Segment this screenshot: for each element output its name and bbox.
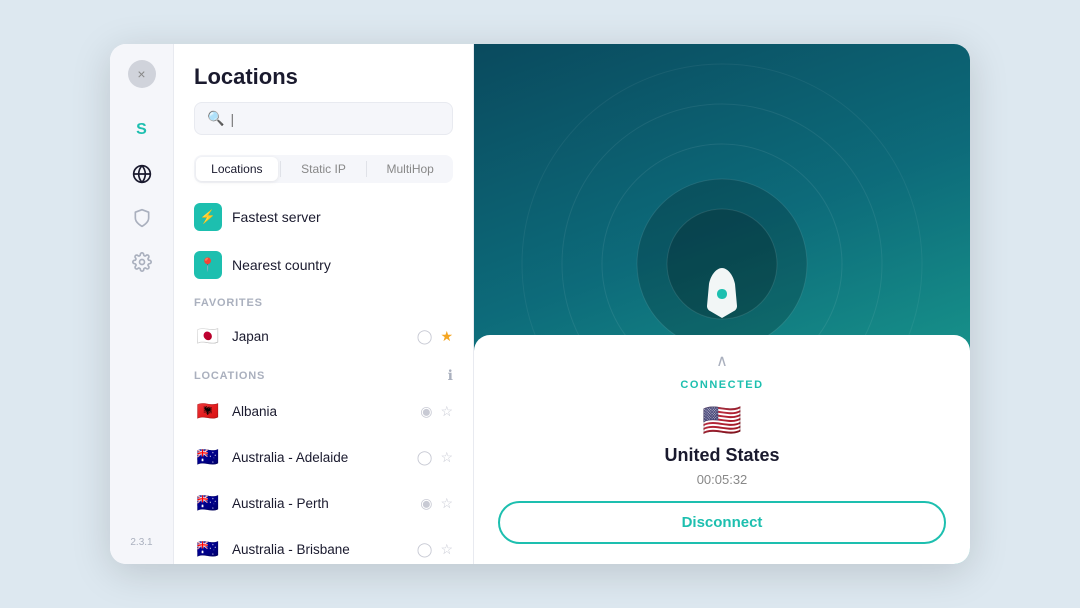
list-item[interactable]: 🇦🇱 Albania ◉ ☆ [174, 388, 473, 434]
tab-locations[interactable]: Locations [196, 157, 278, 181]
aus-adelaide-label: Australia - Adelaide [232, 450, 407, 465]
country-name: United States [664, 445, 779, 466]
albania-flag: 🇦🇱 [194, 397, 222, 425]
aus-brisbane-flag: 🇦🇺 [194, 535, 222, 563]
chevron-up-icon[interactable]: ∧ [716, 351, 728, 371]
tab-multihop[interactable]: MultiHop [369, 157, 451, 181]
signal-icon: ◯ [417, 541, 433, 558]
vpn-panel: ∧ CONNECTED 🇺🇸 United States 00:05:32 Di… [474, 44, 970, 564]
disconnect-button[interactable]: Disconnect [498, 501, 946, 544]
signal-icon: ◯ [417, 449, 433, 466]
connection-time: 00:05:32 [697, 472, 748, 487]
japan-flag: 🇯🇵 [194, 322, 222, 350]
star-icon-filled[interactable]: ★ [440, 328, 453, 345]
nearest-country-icon: 📍 [194, 251, 222, 279]
star-icon[interactable]: ☆ [440, 449, 453, 466]
favorites-section-header: FAVORITES [174, 289, 473, 313]
fastest-server-item[interactable]: ⚡ Fastest server [174, 193, 473, 241]
list-item[interactable]: 🇦🇺 Australia - Brisbane ◯ ☆ [174, 526, 473, 564]
japan-label: Japan [232, 329, 407, 344]
country-flag: 🇺🇸 [702, 401, 742, 439]
aus-brisbane-label: Australia - Brisbane [232, 542, 407, 557]
signal-icon: ◯ [417, 328, 433, 345]
list-item[interactable]: 🇦🇺 Australia - Adelaide ◯ ☆ [174, 434, 473, 480]
locations-header: Locations 🔍 [174, 44, 473, 145]
sidebar: × S 2.3.1 [110, 44, 174, 564]
favorites-title: FAVORITES [194, 297, 263, 309]
locations-section-title: LOCATIONS [194, 370, 265, 382]
list-item[interactable]: 🇦🇺 Australia - Perth ◉ ☆ [174, 480, 473, 526]
vpn-logo [687, 256, 757, 336]
search-box[interactable]: 🔍 [194, 102, 453, 135]
locations-panel: Locations 🔍 Locations Static IP MultiHop… [174, 44, 474, 564]
fastest-server-label: Fastest server [232, 209, 321, 225]
aus-brisbane-actions: ◯ ☆ [417, 541, 453, 558]
search-input[interactable] [230, 111, 440, 127]
tabs-bar: Locations Static IP MultiHop [194, 155, 453, 183]
star-icon[interactable]: ☆ [440, 495, 453, 512]
japan-actions: ◯ ★ [417, 328, 453, 345]
fastest-server-icon: ⚡ [194, 203, 222, 231]
list-item[interactable]: 🇯🇵 Japan ◯ ★ [174, 313, 473, 359]
signal-icon: ◉ [420, 495, 432, 512]
version-label: 2.3.1 [130, 537, 152, 548]
globe-icon[interactable] [124, 156, 160, 192]
nearest-country-item[interactable]: 📍 Nearest country [174, 241, 473, 289]
nearest-country-label: Nearest country [232, 257, 331, 273]
close-icon: × [137, 66, 145, 82]
signal-icon: ◉ [420, 403, 432, 420]
aus-adelaide-actions: ◯ ☆ [417, 449, 453, 466]
aus-perth-label: Australia - Perth [232, 496, 410, 511]
connected-card: ∧ CONNECTED 🇺🇸 United States 00:05:32 Di… [474, 335, 970, 564]
locations-section-header: LOCATIONS ℹ [174, 359, 473, 388]
aus-adelaide-flag: 🇦🇺 [194, 443, 222, 471]
tab-static-ip[interactable]: Static IP [283, 157, 365, 181]
albania-actions: ◉ ☆ [420, 403, 453, 420]
locations-list: ⚡ Fastest server 📍 Nearest country FAVOR… [174, 193, 473, 564]
app-container: × S 2.3.1 Locations 🔍 [110, 44, 970, 564]
shield-icon[interactable] [124, 200, 160, 236]
connected-status: CONNECTED [680, 379, 763, 391]
tab-divider-2 [366, 161, 367, 177]
tab-divider-1 [280, 161, 281, 177]
locations-title: Locations [194, 64, 453, 90]
brand-icon: S [124, 112, 160, 148]
settings-icon[interactable] [124, 244, 160, 280]
star-icon[interactable]: ☆ [440, 541, 453, 558]
star-icon[interactable]: ☆ [440, 403, 453, 420]
close-button[interactable]: × [128, 60, 156, 88]
albania-label: Albania [232, 404, 410, 419]
aus-perth-actions: ◉ ☆ [420, 495, 453, 512]
aus-perth-flag: 🇦🇺 [194, 489, 222, 517]
locations-info-icon[interactable]: ℹ [448, 367, 453, 384]
vpn-logo-inner [687, 256, 757, 336]
search-icon: 🔍 [207, 110, 224, 127]
